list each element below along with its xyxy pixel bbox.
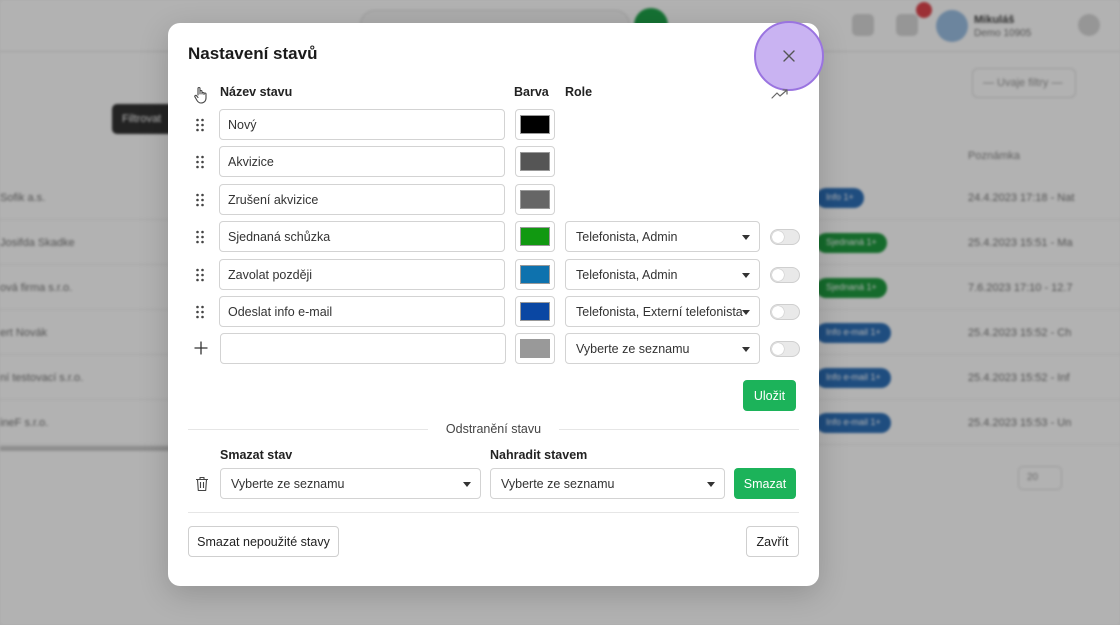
toggle-knob <box>772 343 784 355</box>
delete-status-label: Smazat stav <box>220 448 293 462</box>
status-name-input[interactable]: Sjednaná schůzka <box>219 221 505 252</box>
trash-icon <box>195 476 209 492</box>
status-toggle[interactable] <box>770 267 800 283</box>
new-status-name-input[interactable] <box>220 333 506 364</box>
status-row: Sjednaná schůzka Telefonista, Admin <box>168 221 819 253</box>
role-select-value: Telefonista, Admin <box>576 268 678 282</box>
hand-pointer-icon <box>193 86 209 104</box>
status-role-select[interactable]: Telefonista, Admin <box>565 259 760 290</box>
drag-handle-icon[interactable] <box>194 117 206 133</box>
status-color-picker[interactable] <box>515 221 555 252</box>
color-swatch <box>520 265 550 284</box>
status-color-picker[interactable] <box>515 259 555 290</box>
caret-down-icon <box>742 347 750 352</box>
status-row: Zrušení akvizice <box>168 184 819 216</box>
status-color-picker[interactable] <box>515 146 555 177</box>
modal-title: Nastavení stavů <box>188 44 318 63</box>
header-role: Role <box>565 85 593 99</box>
status-row: Zavolat později Telefonista, Admin <box>168 259 819 291</box>
status-toggle[interactable] <box>770 229 800 245</box>
replace-status-label: Nahradit stavem <box>490 448 588 462</box>
header-status-name: Název stavu <box>220 85 293 99</box>
drag-handle-icon[interactable] <box>194 304 206 320</box>
trend-icon <box>770 87 790 101</box>
status-row: Nový <box>168 109 819 141</box>
caret-down-icon <box>742 273 750 278</box>
close-footer-button[interactable]: Zavřít <box>746 526 799 557</box>
delete-select-value: Vyberte ze seznamu <box>231 477 345 491</box>
save-button[interactable]: Uložit <box>743 380 796 411</box>
status-name-input[interactable]: Nový <box>219 109 505 140</box>
status-name-input[interactable]: Zavolat později <box>219 259 505 290</box>
status-name-input[interactable]: Odeslat info e-mail <box>219 296 505 327</box>
toggle-knob <box>772 306 784 318</box>
toggle-knob <box>772 231 784 243</box>
new-status-role-select[interactable]: Vyberte ze seznamu <box>565 333 760 364</box>
drag-handle-icon[interactable] <box>194 192 206 208</box>
color-swatch <box>520 115 550 134</box>
delete-status-select[interactable]: Vyberte ze seznamu <box>220 468 481 499</box>
caret-down-icon <box>463 482 471 487</box>
new-status-toggle[interactable] <box>770 341 800 357</box>
drag-handle-icon[interactable] <box>194 229 206 245</box>
caret-down-icon <box>707 482 715 487</box>
toggle-knob <box>772 269 784 281</box>
color-swatch <box>520 227 550 246</box>
status-color-picker[interactable] <box>515 296 555 327</box>
delete-button[interactable]: Smazat <box>734 468 796 499</box>
close-icon <box>783 50 795 62</box>
role-select-value: Telefonista, Externí telefonista <box>576 305 743 319</box>
new-status-color-picker[interactable] <box>515 333 555 364</box>
role-select-value: Vyberte ze seznamu <box>576 342 690 356</box>
caret-down-icon <box>742 235 750 240</box>
color-swatch <box>520 190 550 209</box>
status-name-input[interactable]: Zrušení akvizice <box>219 184 505 215</box>
role-select-value: Telefonista, Admin <box>576 230 678 244</box>
status-toggle[interactable] <box>770 304 800 320</box>
replace-select-value: Vyberte ze seznamu <box>501 477 615 491</box>
header-color: Barva <box>514 85 549 99</box>
caret-down-icon <box>742 310 750 315</box>
color-swatch <box>520 339 550 358</box>
status-color-picker[interactable] <box>515 184 555 215</box>
status-role-select[interactable]: Telefonista, Externí telefonista <box>565 296 760 327</box>
drag-handle-icon[interactable] <box>194 154 206 170</box>
status-color-picker[interactable] <box>515 109 555 140</box>
status-name-input[interactable]: Akvizice <box>219 146 505 177</box>
status-role-select[interactable]: Telefonista, Admin <box>565 221 760 252</box>
status-row: Odeslat info e-mail Telefonista, Externí … <box>168 296 819 328</box>
color-swatch <box>520 152 550 171</box>
removal-section-label: Odstranění stavu <box>445 422 542 436</box>
footer-divider <box>188 512 799 513</box>
plus-icon[interactable] <box>194 341 208 355</box>
delete-unused-button[interactable]: Smazat nepoužité stavy <box>188 526 339 557</box>
new-status-row: Vyberte ze seznamu <box>168 333 819 365</box>
drag-handle-icon[interactable] <box>194 267 206 283</box>
color-swatch <box>520 302 550 321</box>
replace-status-select[interactable]: Vyberte ze seznamu <box>490 468 725 499</box>
status-row: Akvizice <box>168 146 819 178</box>
close-button[interactable] <box>754 21 824 91</box>
status-settings-modal: Nastavení stavů Název stavu Barva Role N… <box>168 21 824 586</box>
